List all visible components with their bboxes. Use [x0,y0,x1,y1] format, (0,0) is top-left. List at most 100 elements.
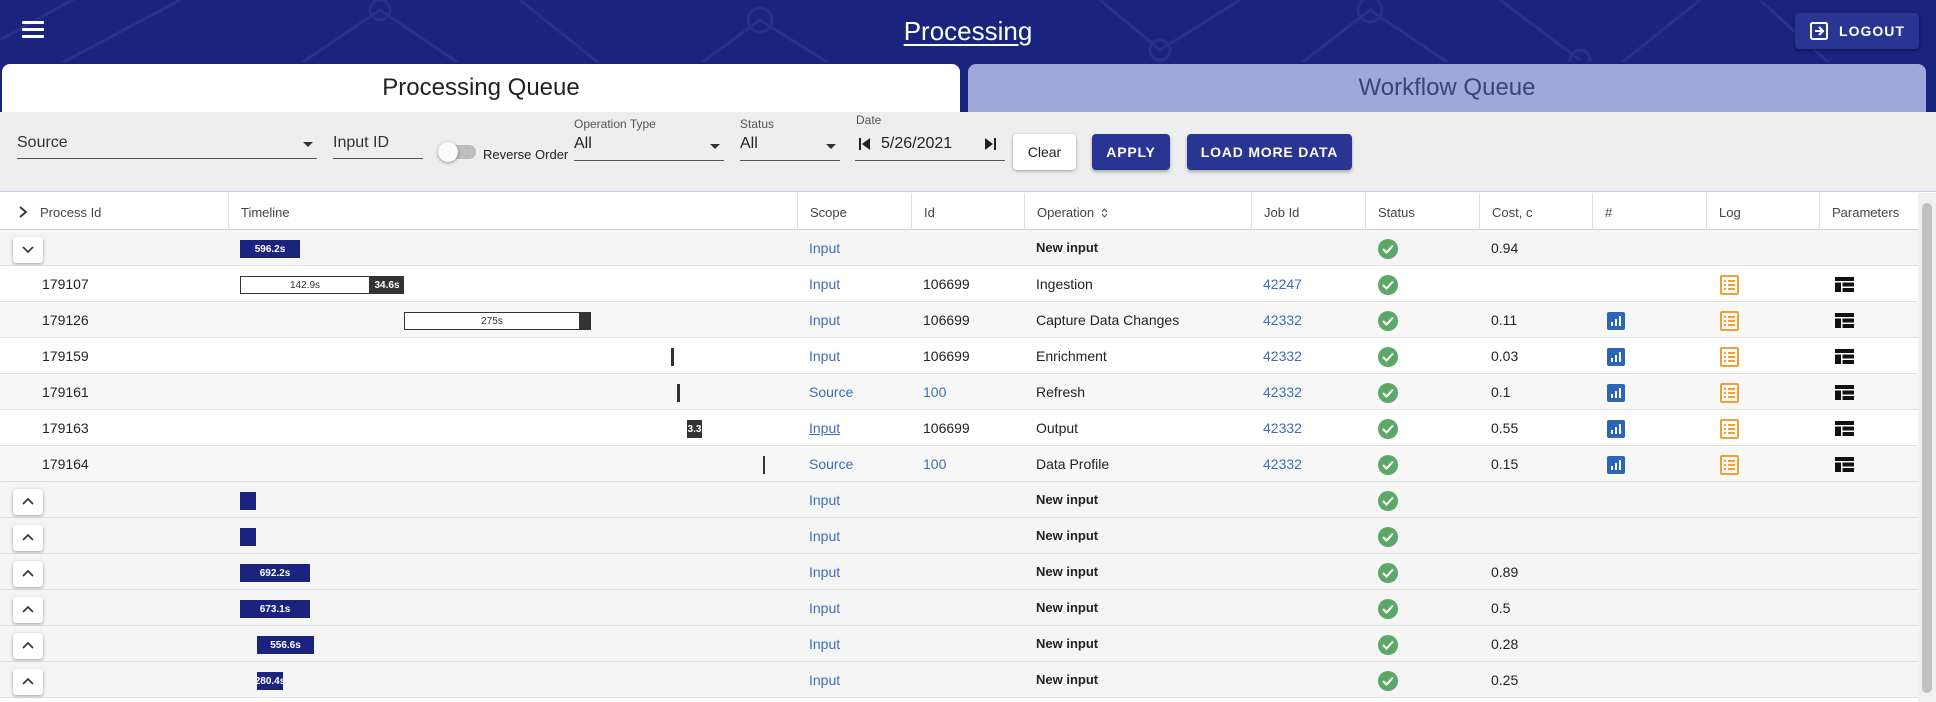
scope-link[interactable]: Input [809,626,840,662]
log-icon[interactable] [1720,419,1739,439]
sort-icon[interactable] [1101,208,1108,218]
table-row[interactable]: 179126 275s Input 106699 Capture Data Change… [0,302,1918,338]
log-icon[interactable] [1720,455,1739,475]
timeline-bar[interactable] [580,312,591,330]
bar-chart-icon[interactable] [1607,456,1625,474]
parameters-icon[interactable] [1835,385,1854,400]
expand-button[interactable] [13,669,43,695]
next-day-icon[interactable] [983,137,997,151]
column-operation[interactable]: Operation [1024,193,1251,230]
timeline-bar[interactable] [677,384,680,402]
table-row[interactable]: 179161 Source 100 Refresh 42332 0.1 [0,374,1918,410]
job-id-link[interactable]: 42247 [1263,266,1302,302]
expand-button[interactable] [13,489,43,515]
column-cost[interactable]: Cost, c [1479,193,1592,230]
status-select[interactable]: All [740,131,840,161]
timeline-bar[interactable]: 596.2s [240,240,300,258]
group-row[interactable]: 280.4s Input New input 0.25 [0,662,1918,698]
operation-type-select[interactable]: All [574,131,724,161]
scope-link[interactable]: Input [809,230,840,266]
column-count[interactable]: # [1592,193,1706,230]
toggle-knob[interactable] [438,142,458,162]
reverse-order-toggle[interactable] [438,142,476,162]
tab-processing-queue[interactable]: Processing Queue [2,64,960,112]
column-id[interactable]: Id [911,193,1024,230]
bar-chart-icon[interactable] [1607,420,1625,438]
table-row[interactable]: 179159 Input 106699 Enrichment 42332 0.03 [0,338,1918,374]
parameters-icon[interactable] [1835,421,1854,436]
column-parameters[interactable]: Parameters [1819,193,1918,230]
parameters-icon[interactable] [1835,313,1854,328]
expand-button[interactable] [13,525,43,551]
group-row[interactable]: 596.2s Input New input 0.94 [0,230,1918,266]
source-select[interactable]: Source [17,129,317,159]
table-row[interactable]: 179164 Source 100 Data Profile 42332 0.15 [0,446,1918,482]
group-row[interactable]: 556.6s Input New input 0.28 [0,626,1918,662]
scope-link[interactable]: Input [809,518,840,554]
group-row[interactable]: Input New input [0,482,1918,518]
timeline-bar[interactable] [671,348,674,366]
row-id[interactable]: 100 [923,446,946,482]
group-row[interactable]: 673.1s Input New input 0.5 [0,590,1918,626]
scope-link[interactable]: Source [809,374,853,410]
parameters-icon[interactable] [1835,349,1854,364]
expand-button[interactable] [13,597,43,623]
table-row[interactable]: 179107 142.9s 34.6s Input 106699 Ingestion 422… [0,266,1918,302]
timeline-bar[interactable]: 142.9s [240,276,370,294]
scope-link[interactable]: Input [809,266,840,302]
parameters-icon[interactable] [1835,457,1854,472]
timeline-bar[interactable] [763,456,765,474]
job-id-link[interactable]: 42332 [1263,302,1302,338]
bar-chart-icon[interactable] [1607,312,1625,330]
scope-link[interactable]: Input [809,410,840,446]
job-id-link[interactable]: 42332 [1263,338,1302,374]
date-field[interactable]: 5/26/2021 [855,129,1005,161]
log-icon[interactable] [1720,311,1739,331]
column-scope[interactable]: Scope [797,193,911,230]
apply-button[interactable]: APPLY [1092,134,1170,170]
page-title[interactable]: Processing [0,16,1936,47]
group-row[interactable]: Input New input [0,518,1918,554]
parameters-icon[interactable] [1835,277,1854,292]
timeline-bar[interactable]: 556.6s [257,636,314,654]
load-more-data-button[interactable]: LOAD MORE DATA [1187,134,1352,170]
timeline-bar[interactable]: 3.3 [687,420,702,438]
column-timeline[interactable]: Timeline [228,193,797,230]
scope-link[interactable]: Input [809,482,840,518]
timeline-bar[interactable]: 34.6s [370,276,404,294]
log-icon[interactable] [1720,275,1739,295]
previous-day-icon[interactable] [858,137,872,151]
timeline-bar[interactable]: 275s [404,312,580,330]
timeline-bar[interactable]: 692.2s [240,564,310,582]
scrollbar-thumb[interactable] [1922,203,1932,693]
log-icon[interactable] [1720,383,1739,403]
date-value[interactable]: 5/26/2021 [881,135,952,153]
input-id-field[interactable]: Input ID [333,129,423,159]
column-job-id[interactable]: Job Id [1251,193,1365,230]
table-row[interactable]: 179163 3.3 Input 106699 Output 42332 0.55 [0,410,1918,446]
scope-link[interactable]: Input [809,554,840,590]
job-id-link[interactable]: 42332 [1263,446,1302,482]
timeline-bar[interactable] [240,492,256,510]
chevron-right-icon[interactable] [18,206,28,218]
scope-link[interactable]: Input [809,302,840,338]
scope-link[interactable]: Input [809,590,840,626]
tab-workflow-queue[interactable]: Workflow Queue [968,64,1926,112]
job-id-link[interactable]: 42332 [1263,374,1302,410]
column-log[interactable]: Log [1706,193,1819,230]
row-id[interactable]: 100 [923,374,946,410]
column-process-id[interactable]: Process Id [0,193,228,230]
bar-chart-icon[interactable] [1607,384,1625,402]
expand-button[interactable] [13,561,43,587]
scope-link[interactable]: Input [809,662,840,698]
collapse-button[interactable] [13,237,43,263]
log-icon[interactable] [1720,347,1739,367]
timeline-bar[interactable]: 280.4s [257,672,283,690]
scope-link[interactable]: Input [809,338,840,374]
scope-link[interactable]: Source [809,446,853,482]
expand-button[interactable] [13,633,43,659]
column-status[interactable]: Status [1365,193,1479,230]
timeline-bar[interactable]: 673.1s [240,600,310,618]
table-scrollbar[interactable] [1918,193,1936,702]
timeline-bar[interactable] [240,528,256,546]
